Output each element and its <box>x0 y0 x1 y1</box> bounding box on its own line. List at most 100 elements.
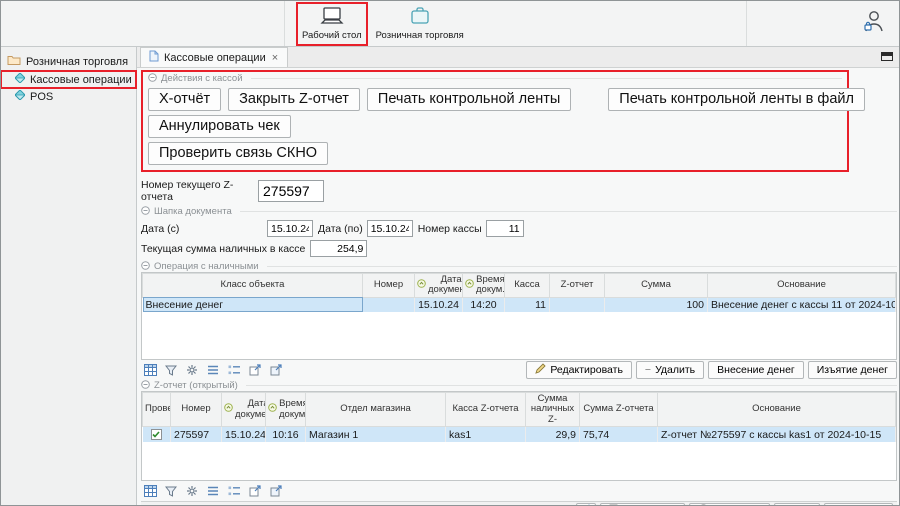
list-settings-icon[interactable] <box>226 483 242 499</box>
col-doc-time-label: Время докум. <box>476 275 505 296</box>
toolbar-item-desktop[interactable]: Рабочий стол <box>297 3 367 45</box>
sidebar: Розничная торговля Кассовые операции POS <box>1 47 137 505</box>
col-object-class[interactable]: Класс объекта <box>143 274 363 298</box>
export-file-icon[interactable] <box>268 362 284 378</box>
actions-group-title-row: Действия с кассой <box>148 73 842 84</box>
export-icon[interactable] <box>247 483 263 499</box>
sidebar-item-cash-operations[interactable]: Кассовые операции <box>1 71 136 88</box>
col-checked[interactable]: Прове. <box>143 393 171 427</box>
collapse-icon[interactable] <box>148 73 157 85</box>
cell-sum: 100 <box>605 297 708 312</box>
col-number[interactable]: Номер <box>171 393 222 427</box>
export-icon[interactable] <box>247 362 263 378</box>
main-area: Розничная торговля Кассовые операции POS <box>1 47 899 505</box>
topbar-right-section <box>747 1 899 46</box>
grid-icon[interactable] <box>142 362 158 378</box>
cash-ops-row[interactable]: Внесение денег 15.10.24 14:20 11 100 Вне… <box>143 297 896 312</box>
current-cash-input[interactable] <box>310 240 367 257</box>
z-report-table: Прове. Номер Дата документа Время докум.… <box>142 392 896 442</box>
void-receipt-button[interactable]: Аннулировать чек <box>148 115 291 138</box>
cash-operations-group: Операция с наличными Класс объекта Но <box>141 261 897 380</box>
page-body: Действия с кассой X-отчёт Закрыть Z-отче… <box>137 68 899 505</box>
col-doc-time[interactable]: Время докум. <box>266 393 306 427</box>
col-sum[interactable]: Сумма <box>605 274 708 298</box>
collapse-icon[interactable] <box>141 261 150 273</box>
date-to-input[interactable] <box>367 220 413 237</box>
col-reason-label: Основание <box>777 279 826 290</box>
col-doc-date[interactable]: Дата документа <box>415 274 463 298</box>
col-z-cash-sum[interactable]: Сумма наличных Z- <box>526 393 580 427</box>
col-doc-time[interactable]: Время докум. <box>463 274 505 298</box>
close-z-report-button[interactable]: Закрыть Z-отчет <box>228 88 360 111</box>
list-icon[interactable] <box>205 362 221 378</box>
sidebar-item-pos[interactable]: POS <box>1 88 136 105</box>
deposit-money-button[interactable]: Внесение денег <box>708 361 804 379</box>
check-skno-connection-button[interactable]: Проверить связь СКНО <box>148 142 328 165</box>
print-control-tape-button[interactable]: Печать контрольной ленты <box>367 88 571 111</box>
current-z-number-input[interactable] <box>258 180 324 202</box>
delete-button[interactable]: − Удалить <box>636 361 704 379</box>
cell-z-report <box>550 297 605 312</box>
z-report-row[interactable]: 275597 15.10.24 10:16 Магазин 1 kas1 29,… <box>143 427 896 442</box>
col-reason[interactable]: Основание <box>658 393 896 427</box>
grid-icon[interactable] <box>142 483 158 499</box>
list-settings-icon[interactable] <box>226 362 242 378</box>
user-lock-icon[interactable] <box>863 9 885 39</box>
col-doc-date[interactable]: Дата документа <box>222 393 266 427</box>
col-checked-label: Прове. <box>145 403 171 414</box>
col-z-report[interactable]: Z-отчет <box>550 274 605 298</box>
cash-actions-group: Действия с кассой X-отчёт Закрыть Z-отче… <box>141 70 849 172</box>
date-from-label: Дата (с) <box>141 223 267 235</box>
withdraw-money-button[interactable]: Изъятие денег <box>808 361 897 379</box>
current-cash-label: Текущая сумма наличных в кассе <box>141 243 310 255</box>
collapse-icon[interactable] <box>141 380 150 392</box>
col-store[interactable]: Отдел магазина <box>306 393 446 427</box>
tab-close-icon[interactable]: × <box>271 52 279 64</box>
toolbar-item-retail[interactable]: Розничная торговля <box>371 3 469 45</box>
print-control-tape-to-file-button[interactable]: Печать контрольной ленты в файл <box>608 88 865 111</box>
current-z-number-row: Номер текущего Z-отчета <box>141 179 897 203</box>
filter-icon[interactable] <box>163 362 179 378</box>
save-button[interactable]: Сохранить <box>600 503 685 506</box>
checkbox-checked[interactable] <box>151 429 162 440</box>
refresh-button[interactable] <box>576 503 596 506</box>
gear-icon[interactable] <box>184 483 200 499</box>
toolbar-item-desktop-label: Рабочий стол <box>302 30 362 41</box>
filter-icon[interactable] <box>163 483 179 499</box>
tab-label: Кассовые операции <box>164 52 266 64</box>
cancel-button[interactable]: Отменить <box>689 503 770 506</box>
col-kassa[interactable]: Касса <box>505 274 550 298</box>
sort-asc-icon <box>417 279 426 291</box>
doc-dates-row: Дата (с) Дата (по) Номер кассы <box>141 220 897 237</box>
doc-header-group: Шапка документа Дата (с) Дата (по) Номер… <box>141 206 897 257</box>
col-number[interactable]: Номер <box>363 274 415 298</box>
col-kassa-label: Касса <box>514 279 540 290</box>
col-z-kassa[interactable]: Касса Z-отчета <box>446 393 526 427</box>
tab-cash-operations[interactable]: Кассовые операции × <box>140 47 288 67</box>
edit-button[interactable]: Редактировать <box>526 361 632 379</box>
more-icon[interactable] <box>146 505 160 506</box>
x-report-button[interactable]: X-отчёт <box>148 88 221 111</box>
sidebar-header-retail[interactable]: Розничная торговля <box>1 52 136 71</box>
col-z-sum[interactable]: Сумма Z-отчета <box>580 393 658 427</box>
ok-button[interactable]: ✓ OK <box>774 503 820 506</box>
gear-icon[interactable] <box>184 362 200 378</box>
cash-ops-table: Класс объекта Номер Дата документа Время… <box>142 273 896 312</box>
save-icon <box>609 504 620 505</box>
deposit-money-button-label: Внесение денег <box>717 364 795 376</box>
cash-operations-title-row: Операция с наличными <box>141 261 897 272</box>
list-icon[interactable] <box>205 483 221 499</box>
col-reason[interactable]: Основание <box>708 274 896 298</box>
edit-button-label: Редактировать <box>550 364 623 376</box>
kassa-number-input[interactable] <box>486 220 524 237</box>
col-z-cash-sum-label: Сумма наличных Z- <box>531 393 574 425</box>
col-store-label: Отдел магазина <box>340 403 411 414</box>
col-doc-date-label: Дата документа <box>235 399 266 420</box>
close-button[interactable]: × Закрыть <box>824 503 893 506</box>
export-file-icon[interactable] <box>268 483 284 499</box>
collapse-icon[interactable] <box>141 206 150 218</box>
col-z-sum-label: Сумма Z-отчета <box>583 403 653 414</box>
panel-toggle-icon[interactable] <box>881 52 893 61</box>
date-from-input[interactable] <box>267 220 313 237</box>
cell-checked <box>143 427 171 442</box>
